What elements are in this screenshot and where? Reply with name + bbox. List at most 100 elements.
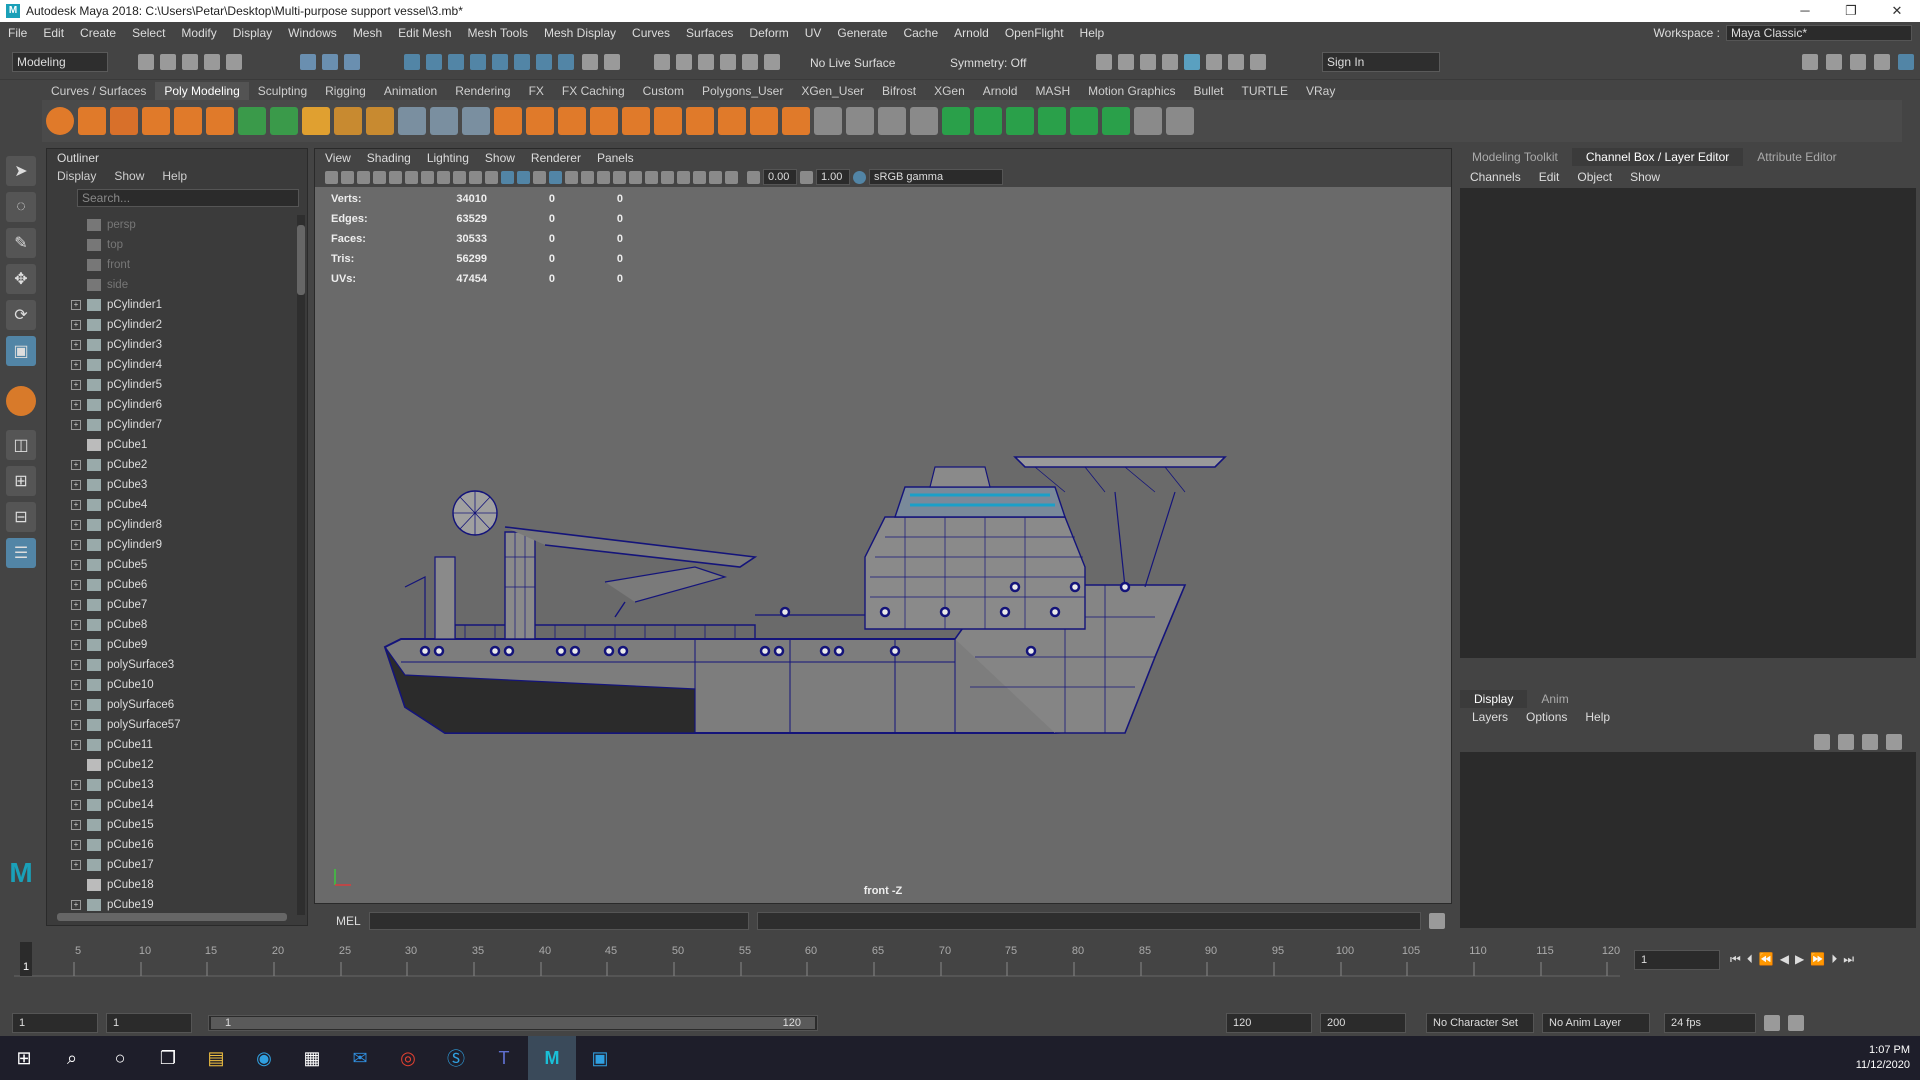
ipr-render-icon[interactable] [1140,54,1156,70]
smooth-icon[interactable] [462,107,490,135]
channel-box[interactable] [1460,188,1916,658]
shelf-tab-bifrost[interactable]: Bifrost [873,82,925,100]
select-by-component-icon[interactable] [344,54,360,70]
menu-edit[interactable]: Edit [35,26,72,40]
list-item[interactable]: + pCylinder9 [47,535,297,555]
viewport-menu-panels[interactable]: Panels [597,149,634,167]
snap-surface-icon[interactable] [492,54,508,70]
shelf-tab-polygons-user[interactable]: Polygons_User [693,82,792,100]
expand-icon[interactable]: + [71,580,81,590]
menu-modify[interactable]: Modify [173,26,224,40]
uv-editor-icon[interactable] [942,107,970,135]
collapse-icon[interactable] [750,107,778,135]
menu-mesh-tools[interactable]: Mesh Tools [460,26,536,40]
gate-mask-icon[interactable] [437,170,450,184]
gamma-icon[interactable] [800,170,813,184]
step-forward-frame-icon[interactable]: ⏵ [1831,952,1837,967]
outliner-menu-display[interactable]: Display [57,167,96,185]
range-slider-handle[interactable]: 1 120 [211,1017,815,1029]
move-layer-down-icon[interactable] [1838,734,1854,750]
menu-set-dropdown[interactable]: Modeling [12,52,108,72]
resolution-gate-icon[interactable] [421,170,434,184]
menu-cache[interactable]: Cache [895,26,946,40]
render-setup-icon[interactable] [1228,54,1244,70]
list-item[interactable]: + pCylinder6 [47,395,297,415]
close-icon[interactable]: ✕ [1874,3,1920,19]
expand-icon[interactable]: + [71,740,81,750]
expand-icon[interactable]: + [71,300,81,310]
ship-model[interactable] [365,417,1365,747]
fill-hole-icon[interactable] [654,107,682,135]
render-sequence-icon[interactable] [1118,54,1134,70]
extrude-icon[interactable] [526,107,554,135]
viewport-menu-show[interactable]: Show [485,149,515,167]
open-scene-icon[interactable] [160,54,176,70]
options-menu[interactable]: Options [1526,708,1567,728]
list-item[interactable]: + pCylinder3 [47,335,297,355]
soft-mod-icon[interactable] [6,386,36,416]
shelf-tab-poly-modeling[interactable]: Poly Modeling [155,82,249,100]
lock-icon[interactable] [582,54,598,70]
list-item[interactable]: + pCylinder8 [47,515,297,535]
tool-settings-icon[interactable] [1850,54,1866,70]
attribute-editor-icon[interactable] [1826,54,1842,70]
construction-history-icon[interactable] [654,54,670,70]
shadows-icon[interactable] [597,170,610,184]
camera-attributes-icon[interactable] [341,170,354,184]
sign-in-button[interactable]: Sign In [1322,52,1440,72]
menu-file[interactable]: File [0,26,35,40]
paint-select-icon[interactable]: ✎ [6,228,36,258]
poly-disc-icon[interactable] [238,107,266,135]
single-perspective-layout-icon[interactable]: ◫ [6,430,36,460]
platonic-solid-icon[interactable] [270,107,298,135]
pause-icon[interactable] [1250,54,1266,70]
tab-anim-layers[interactable]: Anim [1527,690,1582,708]
list-item[interactable]: + pCube15 [47,815,297,835]
play-forwards-icon[interactable]: ▶ [1795,952,1804,967]
poly-torus-icon[interactable] [174,107,202,135]
wedge-icon[interactable] [782,107,810,135]
shelf-tab-fx-caching[interactable]: FX Caching [553,82,634,100]
layout-icon[interactable] [1802,54,1818,70]
poly-cone-icon[interactable] [142,107,170,135]
viewport-menu-lighting[interactable]: Lighting [427,149,469,167]
maximize-icon[interactable]: ❐ [1828,3,1874,19]
exposure-icon[interactable] [747,170,760,184]
menu-select[interactable]: Select [124,26,173,40]
expand-icon[interactable]: + [71,520,81,530]
step-back-key-icon[interactable]: ⏪ [1759,952,1774,967]
play-backwards-icon[interactable]: ◀ [1780,952,1789,967]
outliner-horizontal-scrollbar[interactable] [57,913,287,921]
cortana-icon[interactable]: ○ [96,1036,144,1080]
multi-cut-icon[interactable] [846,107,874,135]
task-view-icon[interactable]: ❐ [144,1036,192,1080]
poly-cylinder-icon[interactable] [110,107,138,135]
expand-icon[interactable]: + [71,320,81,330]
mail-icon[interactable]: ✉ [336,1036,384,1080]
menu-create[interactable]: Create [72,26,124,40]
shelf-tab-fx[interactable]: FX [520,82,553,100]
boolean-icon[interactable] [494,107,522,135]
exposure-field[interactable]: 0.00 [763,169,797,185]
list-item[interactable]: + pCube11 [47,735,297,755]
script-editor-icon[interactable] [1428,913,1445,929]
list-item[interactable]: + pCube3 [47,475,297,495]
new-layer-from-selection-icon[interactable] [1886,734,1902,750]
snap-grid-icon[interactable] [404,54,420,70]
menu-windows[interactable]: Windows [280,26,345,40]
list-item[interactable]: top [47,235,297,255]
range-slider-bar[interactable]: 1 120 [208,1015,818,1031]
playback-end-field[interactable]: 120 [1226,1013,1312,1033]
mirror-icon[interactable] [686,107,714,135]
show-menu[interactable]: Show [1630,168,1660,188]
expand-icon[interactable]: + [71,840,81,850]
teams-icon[interactable]: T [480,1036,528,1080]
list-item[interactable]: + pCube7 [47,595,297,615]
chrome-icon[interactable]: ◎ [384,1036,432,1080]
shelf-tab-rigging[interactable]: Rigging [316,82,375,100]
list-item[interactable]: + pCube2 [47,455,297,475]
time-slider[interactable]: 5 10 15 20 25 30 35 40 45 50 55 60 65 70… [0,940,1920,980]
motion-blur-icon[interactable] [629,170,642,184]
save-scene-icon[interactable] [182,54,198,70]
expand-icon[interactable]: + [71,540,81,550]
